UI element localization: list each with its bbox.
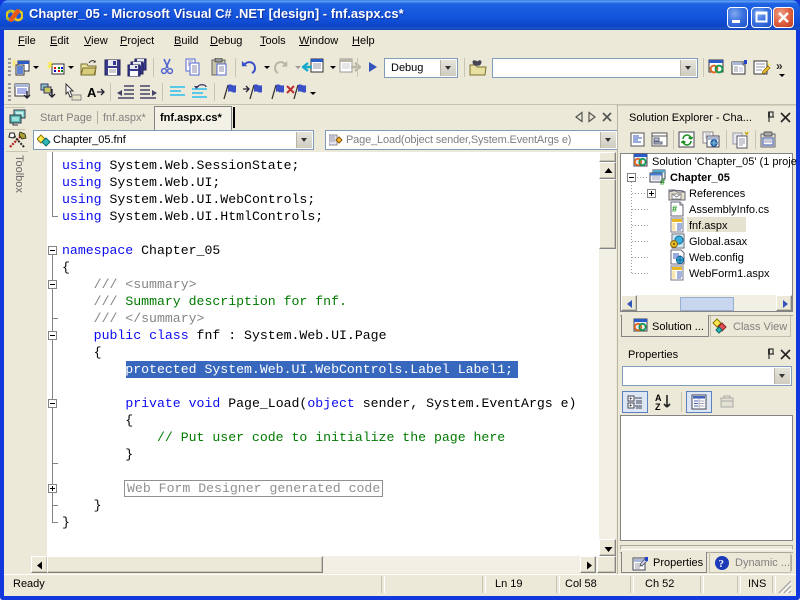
svg-text:#: # [672,204,677,214]
svg-text:?: ? [719,558,725,570]
svg-text:+: + [629,404,633,410]
svg-text:A: A [87,85,97,100]
svg-text:+: + [629,397,633,403]
svg-text:#: # [660,177,665,185]
svg-text:Z: Z [655,402,661,411]
